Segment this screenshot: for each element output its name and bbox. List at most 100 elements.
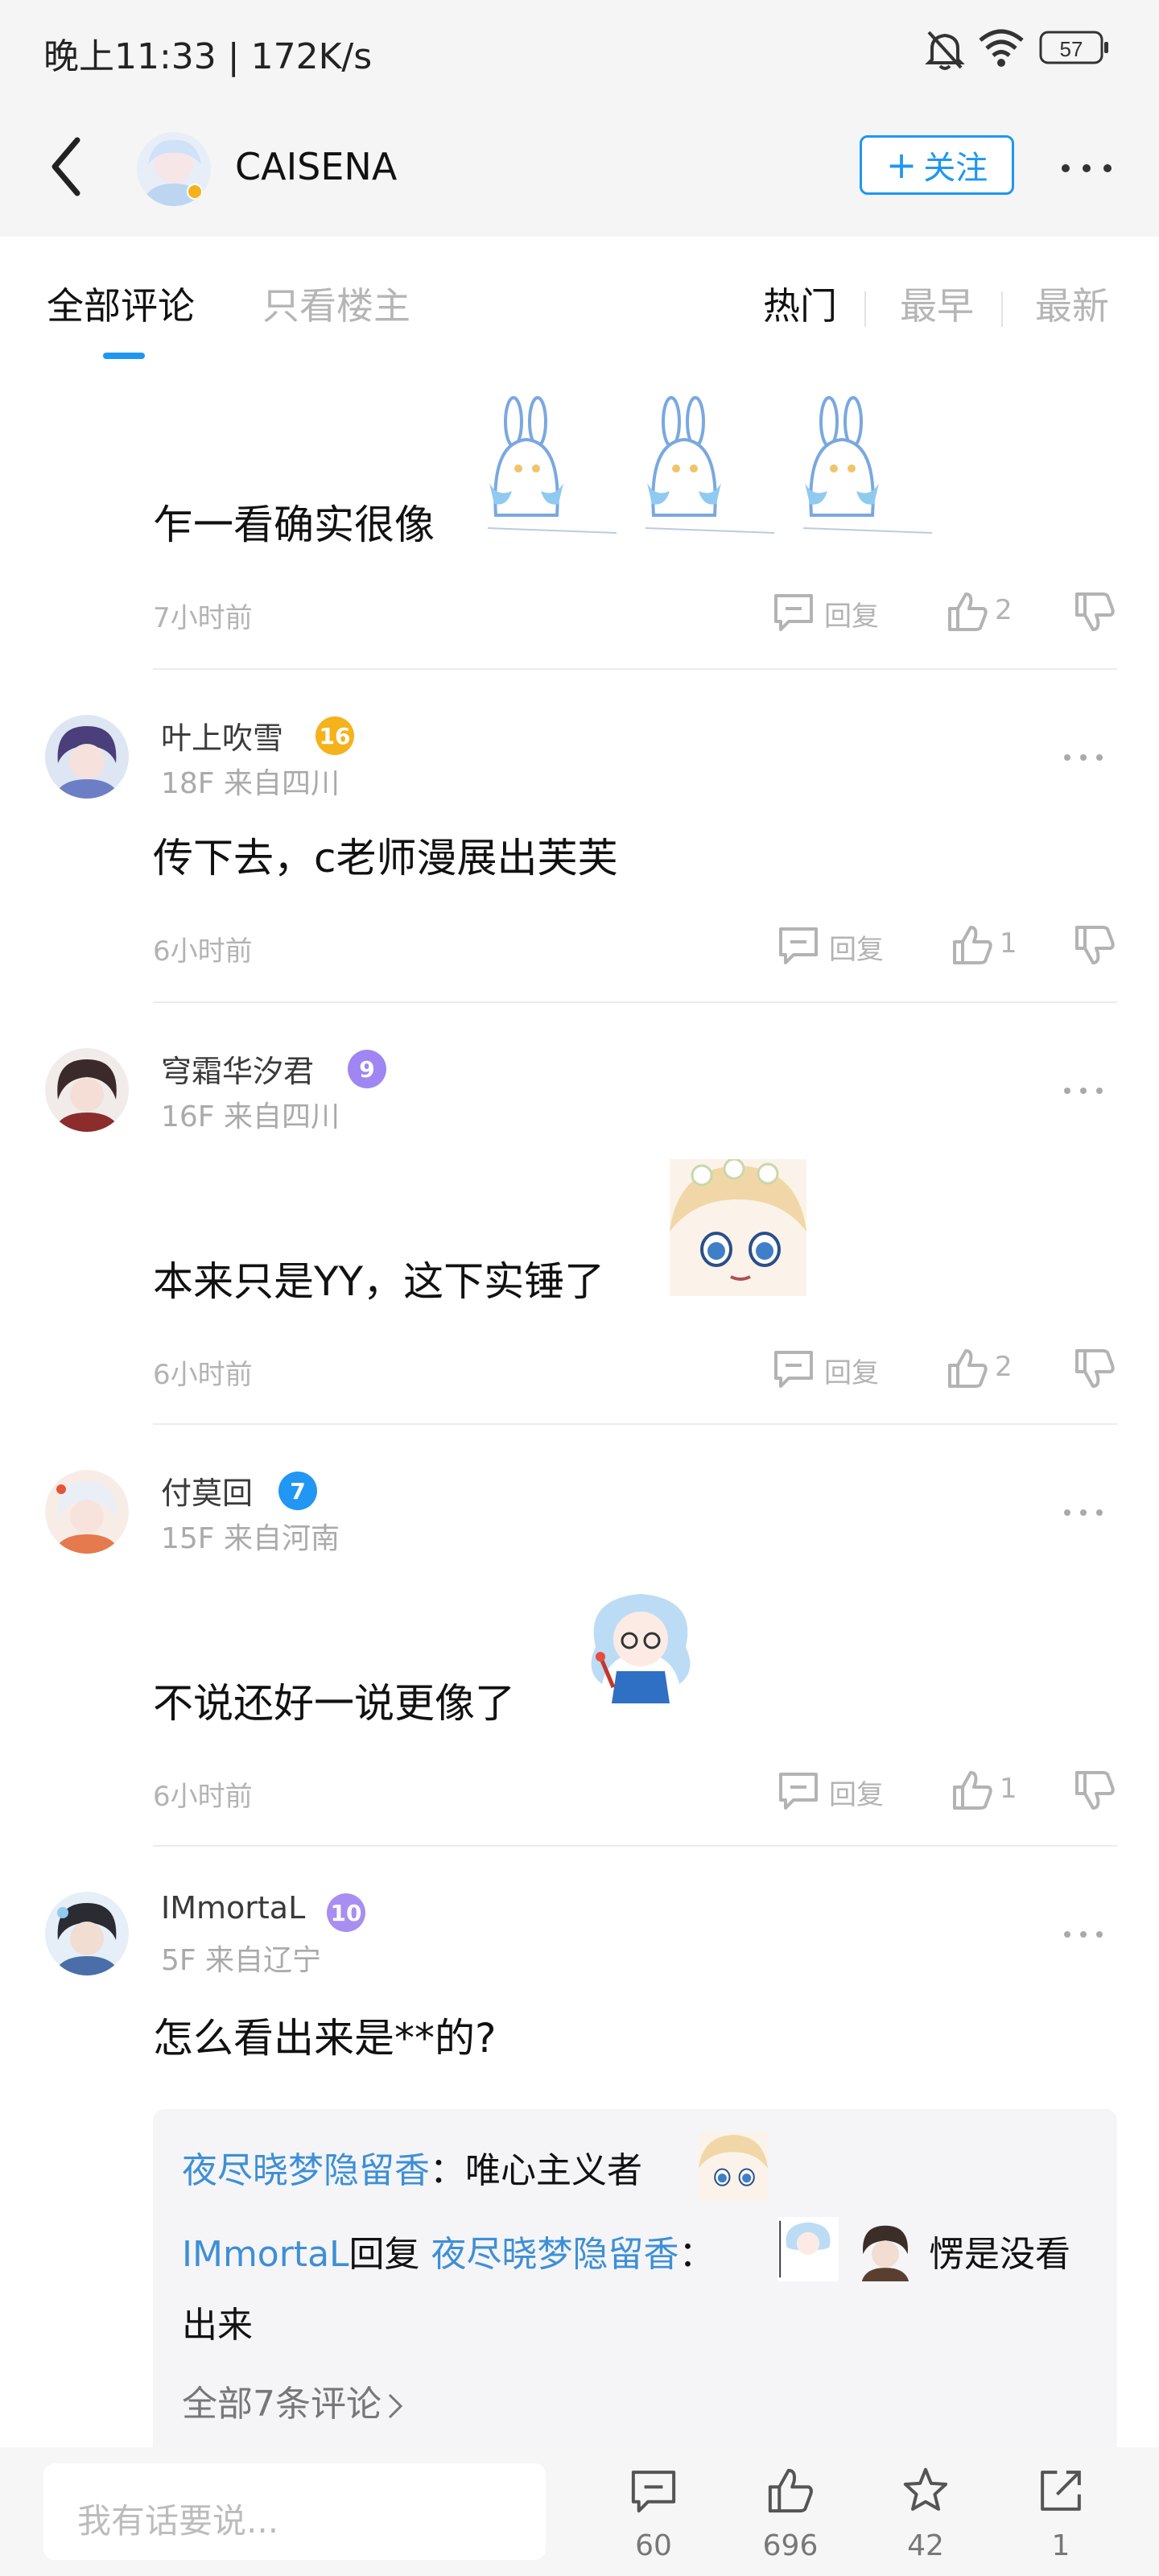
comment-divider <box>153 1845 1117 1847</box>
user-name[interactable]: IMmortaL <box>161 1890 305 1926</box>
floor-location: 16F 来自四川 <box>161 1100 340 1133</box>
follow-button[interactable]: + 关注 <box>860 135 1014 195</box>
avatar[interactable] <box>45 715 129 799</box>
floor-location: 5F 来自辽宁 <box>161 1944 322 1977</box>
comment-text: 不说还好一说更像了 <box>153 1680 515 1727</box>
sort-hot[interactable]: 热门 <box>763 277 837 330</box>
reply-icon <box>774 594 813 631</box>
author-avatar[interactable] <box>137 132 211 206</box>
bunny-sticker <box>637 394 782 539</box>
chevron-right-icon <box>386 2390 406 2422</box>
comment-more-button[interactable] <box>1059 1079 1107 1103</box>
dislike-button[interactable] <box>1072 923 1117 968</box>
thumbs-up-icon <box>768 2468 813 2513</box>
tab-indicator <box>103 353 145 359</box>
more-icon <box>1064 1088 1103 1094</box>
like-button[interactable]: 2 <box>945 1346 1017 1391</box>
avatar[interactable] <box>45 1892 129 1975</box>
reply-button[interactable]: 回复 <box>771 1346 892 1391</box>
reply-label: 回复 <box>824 601 879 633</box>
level-badge: 16 <box>316 716 354 755</box>
dislike-button[interactable] <box>1072 1768 1117 1813</box>
thumbs-down-icon <box>1075 926 1115 964</box>
floor-location: 15F 来自河南 <box>161 1522 340 1555</box>
back-button[interactable] <box>40 130 97 203</box>
sub-reply-2: IMmortaL回复 夜尽晓梦隐留香： <box>182 2234 715 2275</box>
author-name[interactable]: CAISENA <box>235 145 397 188</box>
comment-input-placeholder: 我有话要说... <box>77 2501 279 2541</box>
more-icon <box>1064 754 1103 761</box>
thumbs-down-icon <box>1075 1349 1115 1388</box>
avatar[interactable] <box>45 1048 129 1132</box>
status-bar: 晚上11:33 | 172K/s 57 <box>0 0 1159 98</box>
like-button[interactable]: 1 <box>950 1768 1022 1813</box>
avatar[interactable] <box>45 1470 129 1554</box>
share-count-button[interactable]: 1 <box>1013 2465 1109 2562</box>
back-arrow-icon <box>52 137 80 196</box>
reply-label: 回复 <box>829 1779 884 1811</box>
chibi-sticker <box>776 2217 840 2281</box>
sort-latest[interactable]: 最新 <box>1035 277 1109 330</box>
more-options-button[interactable] <box>1054 148 1119 188</box>
status-time: 晚上11:33 | 172K/s <box>43 36 373 77</box>
tab-op-only[interactable]: 只看楼主 <box>262 277 410 330</box>
level-badge: 10 <box>327 1893 365 1932</box>
favorites-count: 42 <box>907 2529 944 2562</box>
sort-divider <box>1001 291 1003 327</box>
sub-reply-box[interactable]: 夜尽晓梦隐留香：唯心主义者 IMmortaL回复 夜尽晓梦隐留香： 愣是没看 出… <box>153 2109 1117 2463</box>
sort-divider <box>864 291 866 327</box>
reply-icon <box>774 1351 813 1388</box>
favorites-count-button[interactable]: 42 <box>877 2465 974 2562</box>
comment-more-button[interactable] <box>1059 1501 1107 1525</box>
wifi-icon <box>977 27 1025 68</box>
comment-text: 传下去，c老师漫展出芙芙 <box>153 835 618 881</box>
view-all-replies-link[interactable]: 全部7条评论 <box>182 2375 406 2426</box>
chibi-sticker <box>576 1583 705 1719</box>
sub-reply-user[interactable]: 夜尽晓梦隐留香 <box>182 2150 430 2191</box>
plus-icon: + <box>885 143 918 187</box>
comment-more-button[interactable] <box>1059 1922 1107 1946</box>
like-count: 1 <box>1000 1773 1017 1805</box>
like-button[interactable]: 1 <box>950 923 1022 968</box>
likes-count-button[interactable]: 696 <box>742 2465 839 2562</box>
reply-button[interactable]: 回复 <box>771 589 892 634</box>
user-name[interactable]: 叶上吹雪 <box>161 713 283 758</box>
mute-icon <box>924 27 966 72</box>
thumbs-down-icon <box>1075 1771 1115 1810</box>
sub-reply-text: 愣是没看 <box>929 2234 1070 2275</box>
comments-count-button[interactable]: 60 <box>605 2465 702 2562</box>
dislike-button[interactable] <box>1072 589 1117 634</box>
sort-earliest[interactable]: 最早 <box>900 277 974 330</box>
comment-time: 7小时前 <box>153 602 253 634</box>
share-count: 1 <box>1051 2529 1070 2562</box>
tab-all-comments[interactable]: 全部评论 <box>47 277 195 330</box>
like-button[interactable]: 2 <box>945 589 1017 634</box>
dislike-button[interactable] <box>1072 1346 1117 1391</box>
user-name[interactable]: 穹霜华汐君 <box>161 1046 314 1091</box>
comment-text: 怎么看出来是**的? <box>153 2015 497 2062</box>
star-icon <box>903 2467 948 2511</box>
sub-reply-target[interactable]: 夜尽晓梦隐留香 <box>431 2234 679 2275</box>
sub-reply-user[interactable]: IMmortaL <box>182 2234 349 2275</box>
floor-location: 18F 来自四川 <box>161 767 340 800</box>
share-icon <box>1041 2471 1081 2511</box>
comment-divider <box>153 1423 1117 1425</box>
comment-input[interactable]: 我有话要说... <box>43 2463 546 2560</box>
thumbs-up-icon <box>948 1349 988 1388</box>
reply-button[interactable]: 回复 <box>776 1768 897 1813</box>
user-name[interactable]: 付莫回 <box>161 1468 253 1513</box>
nav-bar: CAISENA + 关注 <box>0 98 1159 237</box>
more-icon <box>1062 164 1112 172</box>
reply-icon <box>779 927 818 964</box>
chibi-sticker <box>853 2217 918 2281</box>
reply-label: 回复 <box>824 1357 879 1389</box>
level-badge: 9 <box>348 1050 386 1088</box>
comment-icon <box>631 2471 676 2513</box>
comment-time: 6小时前 <box>153 935 253 968</box>
battery-icon: 57 <box>1038 27 1111 68</box>
reply-button[interactable]: 回复 <box>776 923 897 968</box>
bunny-sticker <box>795 394 940 539</box>
thumbs-up-icon <box>953 1771 992 1810</box>
bottom-bar: 我有话要说... 60 696 42 1 <box>0 2447 1159 2576</box>
comment-more-button[interactable] <box>1059 745 1107 770</box>
